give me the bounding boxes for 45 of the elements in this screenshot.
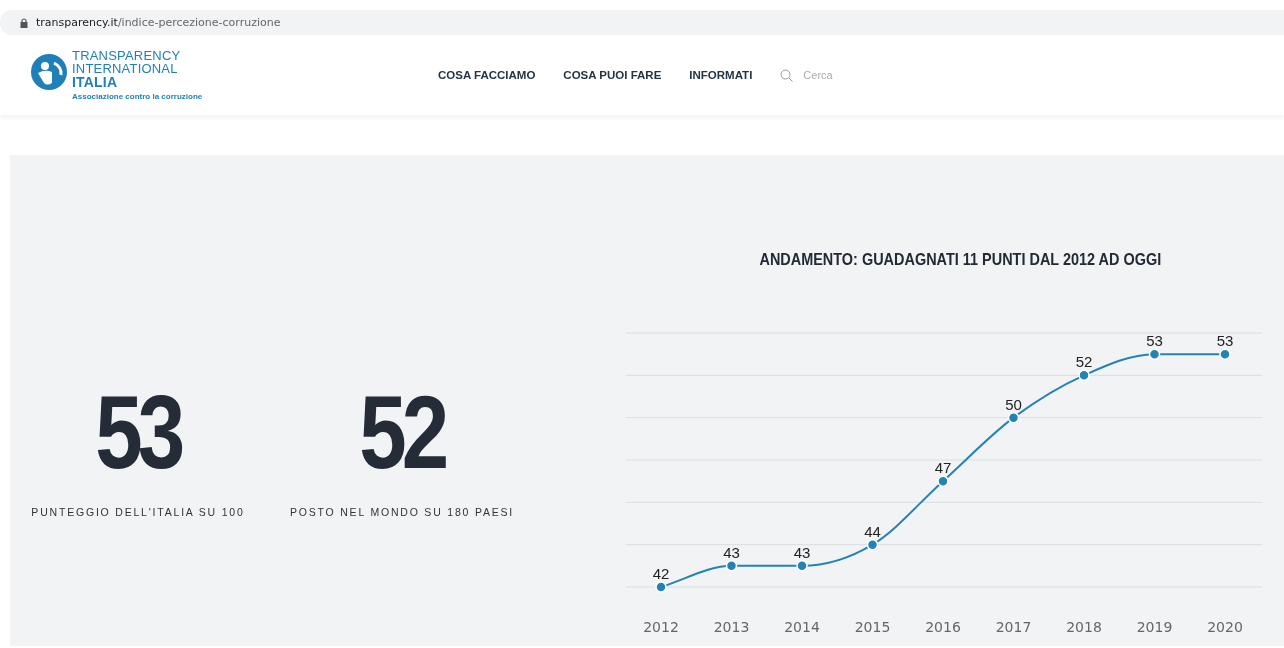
axis-label: 2018 [1066,619,1102,635]
data-point [796,560,808,572]
data-point [1219,348,1231,360]
axis-label: 2014 [784,619,820,635]
data-point [725,560,738,572]
data-point [1007,411,1020,424]
data-label: 43 [723,543,740,561]
axis-label: 2016 [925,619,961,635]
data-label: 52 [1075,353,1093,371]
axis-label: 2012 [643,619,679,635]
data-label: 50 [1005,395,1022,413]
search-field[interactable]: Cerca [801,68,886,82]
logo-tagline: Associazione contro la corruzione [72,93,203,101]
lock-icon [20,17,28,28]
nav-link[interactable]: COSA FACCIAMO [438,69,536,81]
axis-label: 2017 [995,619,1032,635]
stat-label: POSTO NEL MONDO SU 180 PAESI [289,506,515,518]
data-label: 53 [1216,332,1234,350]
data-label: 47 [934,459,952,477]
chart-title: ANDAMENTO: GUADAGNATI 11 PUNTI DAL 2012 AD OGGI [759,250,1161,270]
data-point [937,475,949,487]
nav-link[interactable]: INFORMATI [689,69,753,81]
search-icon [780,68,794,82]
data-label: 42 [652,565,670,582]
data-point [1148,348,1161,360]
logo-text: ITALIA [72,75,119,89]
address-bar[interactable]: transparency.it/indice-percezione-corruzione [0,10,1284,35]
stat-label: PUNTEGGIO DELL'ITALIA SU 100 [31,506,245,518]
stat-value: 52 [359,380,445,484]
axis-label: 2019 [1136,619,1173,635]
logo-text: INTERNATIONAL [72,62,179,75]
data-label: 44 [864,522,881,540]
url-text: transparency.it/indice-percezione-corruzione [36,16,281,29]
globe-figure-icon [30,53,68,91]
data-point [655,581,667,593]
stat-value: 53 [95,380,181,484]
logo-text: TRANSPARENCY [72,49,182,62]
data-point [1078,369,1090,382]
axis-label: 2013 [713,619,750,635]
data-point [866,538,879,551]
data-label: 53 [1146,332,1163,350]
axis-label: 2020 [1207,619,1243,635]
nav-link[interactable]: COSA PUOI FARE [563,69,662,81]
axis-label: 2015 [854,619,891,635]
data-label: 43 [793,543,811,561]
